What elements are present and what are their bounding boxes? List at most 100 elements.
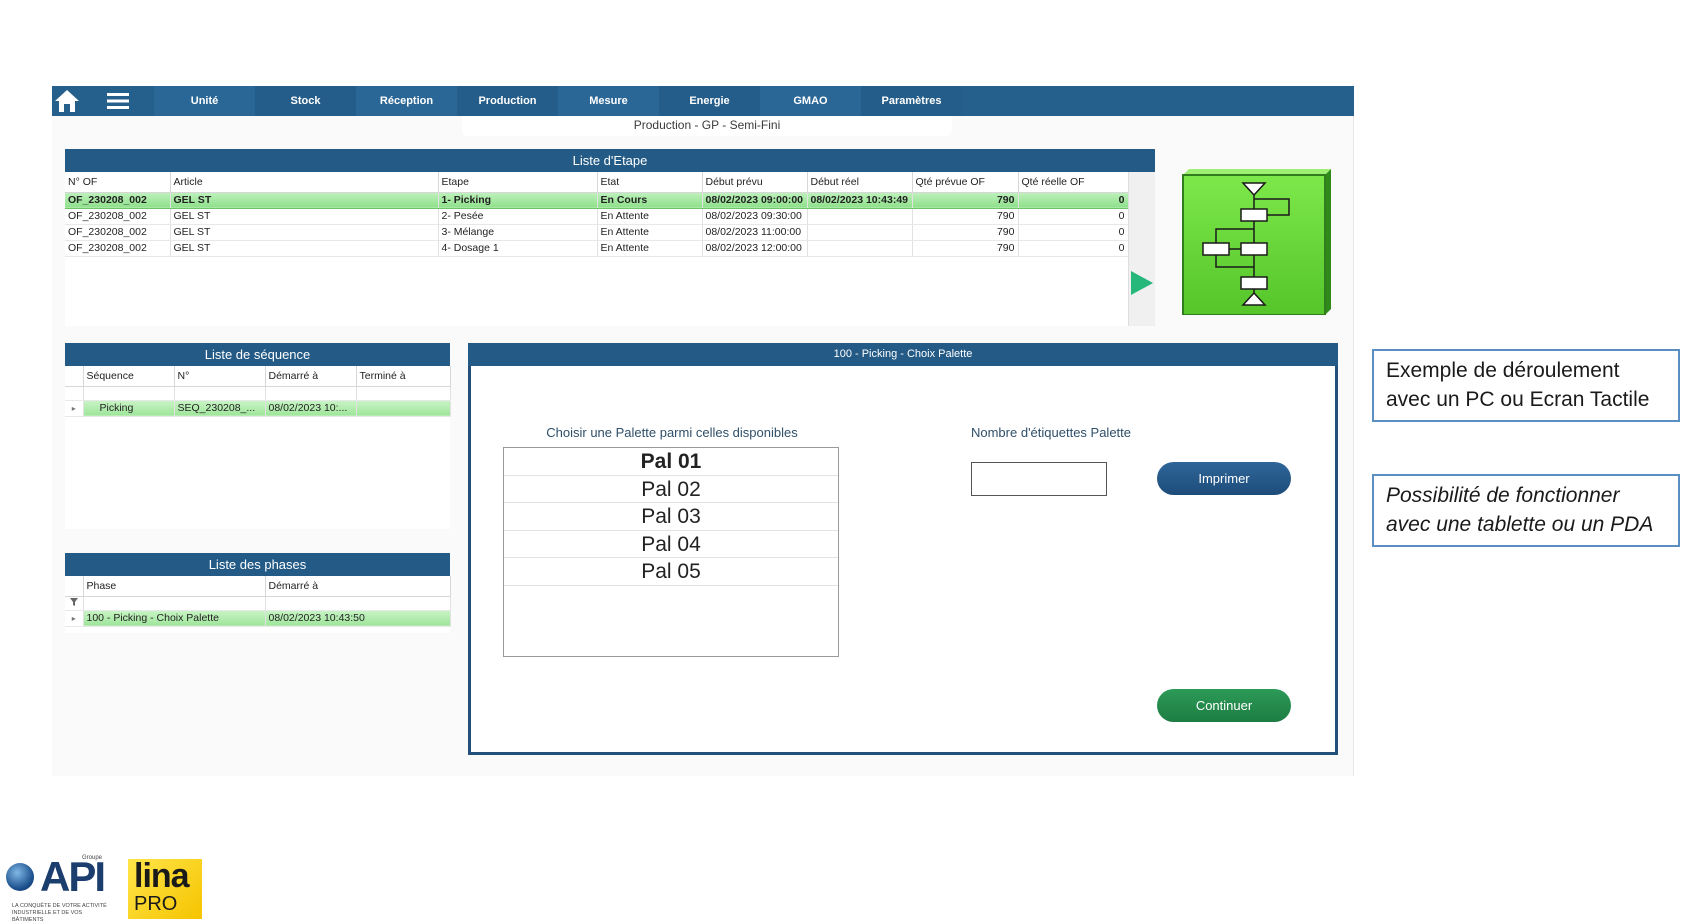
cell: En Attente: [597, 240, 703, 257]
funnel-icon: [69, 598, 78, 606]
cell: 08/02/2023 09:30:00: [702, 208, 808, 225]
nav-parametres[interactable]: Paramètres: [861, 86, 962, 116]
column-header[interactable]: Début réel: [807, 172, 913, 193]
filter-cell[interactable]: [265, 596, 451, 611]
expand-icon[interactable]: ▸: [65, 400, 84, 417]
hamburger-menu-icon: [107, 93, 129, 109]
phase-list-title: Liste des phases: [65, 553, 450, 576]
cell: 1- Picking: [438, 192, 598, 209]
filter-cell[interactable]: [356, 386, 451, 401]
column-header[interactable]: Terminé à: [356, 366, 451, 387]
top-navigation: Unité Stock Réception Production Mesure …: [52, 86, 1354, 116]
label-count-input[interactable]: [971, 462, 1107, 496]
print-button[interactable]: Imprimer: [1157, 462, 1291, 495]
column-header[interactable]: Début prévu: [702, 172, 808, 193]
cell: [807, 240, 913, 257]
filter-cell[interactable]: [265, 386, 357, 401]
step-table-header: N° OF Article Etape Etat Début prévu Déb…: [65, 172, 1129, 193]
cell: GEL ST: [170, 208, 439, 225]
page-title: Production - GP - Semi-Fini: [462, 116, 952, 136]
filter-icon[interactable]: [65, 596, 84, 611]
cell: 0: [1018, 192, 1129, 209]
phase-table: Phase Démarré à ▸ 100 - Picking - Choix …: [65, 576, 451, 627]
filter-cell[interactable]: [174, 386, 266, 401]
cell: 08/02/2023 10:43:50: [265, 610, 451, 627]
palette-option[interactable]: Pal 01: [504, 448, 838, 476]
step-list-panel: Liste d'Etape N° OF Article Etape Etat D…: [65, 149, 1155, 326]
sequence-list-panel: Liste de séquence Séquence N° Démarré à …: [65, 343, 451, 529]
cell: 08/02/2023 11:00:00: [702, 224, 808, 241]
nav-stock[interactable]: Stock: [255, 86, 356, 116]
column-header[interactable]: Phase: [83, 576, 266, 597]
continue-button[interactable]: Continuer: [1157, 689, 1291, 722]
column-header[interactable]: Qté réelle OF: [1018, 172, 1129, 193]
column-header[interactable]: Démarré à: [265, 576, 451, 597]
lina-pro-text: PRO: [134, 893, 178, 915]
cell: 790: [912, 240, 1019, 257]
note-pc-touchscreen: Exemple de déroulement avec un PC ou Ecr…: [1372, 349, 1680, 422]
column-header[interactable]: N°: [174, 366, 266, 387]
nav-spacer: [962, 86, 1354, 116]
home-button[interactable]: [52, 86, 82, 116]
sequence-table-header: Séquence N° Démarré à Terminé à: [65, 366, 451, 387]
filter-row: [65, 386, 451, 401]
row-indicator-header: [65, 576, 84, 597]
table-row[interactable]: OF_230208_002 GEL ST 3- Mélange En Atten…: [65, 224, 1129, 241]
table-row[interactable]: OF_230208_002 GEL ST 4- Dosage 1 En Atte…: [65, 240, 1129, 257]
cell: 790: [912, 192, 1019, 209]
cell: 3- Mélange: [438, 224, 598, 241]
nav-unite[interactable]: Unité: [154, 86, 255, 116]
table-row[interactable]: OF_230208_002 GEL ST 1- Picking En Cours…: [65, 192, 1129, 209]
cell: En Attente: [597, 208, 703, 225]
column-header[interactable]: Séquence: [83, 366, 175, 387]
table-row[interactable]: OF_230208_002 GEL ST 2- Pesée En Attente…: [65, 208, 1129, 225]
nav-energie[interactable]: Energie: [659, 86, 760, 116]
nav-gmao[interactable]: GMAO: [760, 86, 861, 116]
cell: 08/02/2023 10:43:49: [807, 192, 913, 209]
palette-option[interactable]: Pal 04: [504, 531, 838, 558]
nav-reception[interactable]: Réception: [356, 86, 457, 116]
cell: 0: [1018, 224, 1129, 241]
note-tablet-pda: Possibilité de fonctionner avec une tabl…: [1372, 474, 1680, 547]
api-globe-logo: [6, 863, 34, 891]
label-count-label: Nombre d'étiquettes Palette: [970, 425, 1132, 440]
column-header[interactable]: Etat: [597, 172, 703, 193]
palette-choice-dialog: 100 - Picking - Choix Palette Choisir un…: [468, 343, 1338, 755]
play-arrow-icon[interactable]: [1131, 271, 1153, 295]
sequence-list-title: Liste de séquence: [65, 343, 450, 366]
app-window: Unité Stock Réception Production Mesure …: [52, 86, 1354, 776]
flowchart-icon: [1182, 169, 1331, 316]
palette-list: Pal 01 Pal 02 Pal 03 Pal 04 Pal 05: [503, 447, 839, 657]
palette-choice-label: Choisir une Palette parmi celles disponi…: [546, 425, 798, 440]
table-row[interactable]: ▸ Picking SEQ_230208_... 08/02/2023 10:.…: [65, 400, 451, 417]
cell: 0: [1018, 240, 1129, 257]
home-icon: [55, 90, 79, 112]
menu-button[interactable]: [82, 86, 154, 116]
cell: En Cours: [597, 192, 703, 209]
api-tagline: LA CONQUÊTE DE VOTRE ACTIVITÉ INDUSTRIEL…: [12, 903, 107, 923]
filter-cell[interactable]: [83, 596, 266, 611]
nav-production[interactable]: Production: [457, 86, 558, 116]
dialog-title: 100 - Picking - Choix Palette: [468, 343, 1338, 366]
step-table: N° OF Article Etape Etat Début prévu Déb…: [65, 172, 1129, 257]
phase-table-header: Phase Démarré à: [65, 576, 451, 597]
step-list-grid: N° OF Article Etape Etat Début prévu Déb…: [65, 172, 1129, 326]
expand-icon[interactable]: ▸: [65, 610, 84, 627]
cell: SEQ_230208_...: [174, 400, 266, 417]
nav-mesure[interactable]: Mesure: [558, 86, 659, 116]
column-header[interactable]: Démarré à: [265, 366, 357, 387]
palette-option[interactable]: Pal 05: [504, 558, 838, 586]
palette-option[interactable]: Pal 02: [504, 476, 838, 503]
flowchart-button[interactable]: [1181, 169, 1331, 316]
cell: OF_230208_002: [65, 192, 171, 209]
column-header[interactable]: Qté prévue OF: [912, 172, 1019, 193]
column-header[interactable]: Etape: [438, 172, 598, 193]
api-groupe-text: Groupe: [82, 855, 103, 861]
cell: OF_230208_002: [65, 240, 171, 257]
palette-option[interactable]: Pal 03: [504, 503, 838, 531]
table-row[interactable]: ▸ 100 - Picking - Choix Palette 08/02/20…: [65, 610, 451, 627]
column-header[interactable]: N° OF: [65, 172, 171, 193]
step-list-title: Liste d'Etape: [65, 149, 1155, 172]
column-header[interactable]: Article: [170, 172, 439, 193]
filter-cell[interactable]: [83, 386, 175, 401]
